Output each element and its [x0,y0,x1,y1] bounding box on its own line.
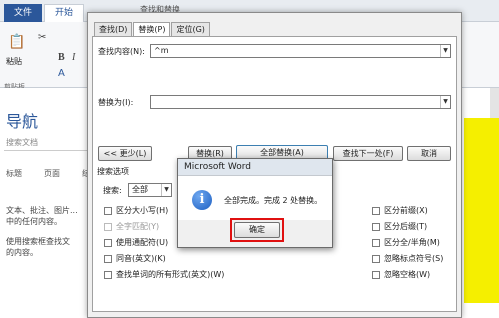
cut-icon[interactable]: ✂ [38,32,46,43]
option-match-prefix[interactable]: 区分前缀(X) [372,205,428,216]
less-button[interactable]: << 更少(L) [98,146,152,161]
option-label: 区分后缀(T) [384,222,428,231]
ok-button-highlight [230,218,284,242]
option-ignore-punctuation[interactable]: 忽略标点符号(S) [372,253,443,264]
search-direction-select[interactable]: 全部 ▼ [128,183,172,197]
find-next-button[interactable]: 查找下一处(F) [333,146,403,161]
option-label: 忽略标点符号(S) [384,254,444,263]
highlighted-text[interactable] [464,118,499,303]
tab-goto[interactable]: 定位(G) [171,22,210,36]
find-replace-tabs: 查找(D) 替换(P) 定位(G) [94,22,211,37]
option-label: 全字匹配(Y) [116,222,160,231]
font-color-icon[interactable]: A [58,68,65,79]
nav-divider [4,150,90,151]
message-text: 全部完成。完成 2 处替换。 [224,196,323,205]
nav-help-text-2: 使用搜索框查找文 的内容。 [6,237,70,257]
chevron-down-icon[interactable]: ▼ [161,184,171,196]
replace-with-input[interactable]: ▼ [150,95,451,109]
nav-title: 导航 [6,112,39,131]
checkbox[interactable] [372,270,380,279]
option-all-word-forms[interactable]: 查找单词的所有形式(英文)(W) [104,269,224,280]
cancel-button[interactable]: 取消 [407,146,451,161]
ruler [490,88,499,118]
search-direction-label: 搜索: [103,186,122,195]
option-match-case[interactable]: 区分大小写(H) [104,205,168,216]
search-options-label: 搜索选项 [97,167,129,176]
nav-help-text-1: 文本、批注、图片... 中的任何内容。 [6,206,78,226]
tab-find[interactable]: 查找(D) [94,22,133,36]
option-whole-word: 全字匹配(Y) [104,221,159,232]
option-match-suffix[interactable]: 区分后缀(T) [372,221,427,232]
checkbox [104,222,112,231]
nav-tabs: 标题 页面 结 [6,168,90,179]
paste-icon[interactable]: 📋 [8,34,25,50]
option-label: 使用通配符(U) [116,238,169,247]
nav-tab-headings[interactable]: 标题 [6,168,22,179]
nav-tab-pages[interactable]: 页面 [44,168,60,179]
option-label: 同音(英文)(K) [116,254,166,263]
option-label: 区分全/半角(M) [384,238,440,247]
option-match-width[interactable]: 区分全/半角(M) [372,237,440,248]
checkbox[interactable] [104,238,112,247]
checkbox[interactable] [372,222,380,231]
find-what-value: ^m [154,46,169,55]
info-icon: i [192,190,212,210]
option-sounds-like[interactable]: 同音(英文)(K) [104,253,166,264]
checkbox[interactable] [372,206,380,215]
tab-replace[interactable]: 替换(P) [133,22,171,37]
checkbox[interactable] [104,270,112,279]
replace-with-label: 替换为(I): [98,98,134,107]
file-tab[interactable]: 文件 [4,4,42,22]
checkbox[interactable] [372,254,380,263]
italic-icon[interactable]: I [72,52,75,63]
option-label: 忽略空格(W) [384,270,431,279]
home-tab[interactable]: 开始 [44,4,84,22]
nav-search-input[interactable]: 搜索文档 [6,137,38,148]
checkbox[interactable] [372,238,380,247]
message-box-title: Microsoft Word [178,159,332,176]
chevron-down-icon[interactable]: ▼ [440,45,450,57]
find-what-label: 查找内容(N): [98,47,145,56]
find-what-input[interactable]: ^m ▼ [150,44,451,58]
option-label: 区分大小写(H) [116,206,169,215]
option-label: 区分前缀(X) [384,206,428,215]
option-wildcards[interactable]: 使用通配符(U) [104,237,168,248]
option-label: 查找单词的所有形式(英文)(W) [116,270,225,279]
checkbox[interactable] [104,206,112,215]
option-ignore-whitespace[interactable]: 忽略空格(W) [372,269,430,280]
search-direction-value: 全部 [132,185,148,194]
checkbox[interactable] [104,254,112,263]
chevron-down-icon[interactable]: ▼ [440,96,450,108]
paste-label[interactable]: 粘贴 [6,56,22,67]
bold-icon[interactable]: B [58,52,65,63]
